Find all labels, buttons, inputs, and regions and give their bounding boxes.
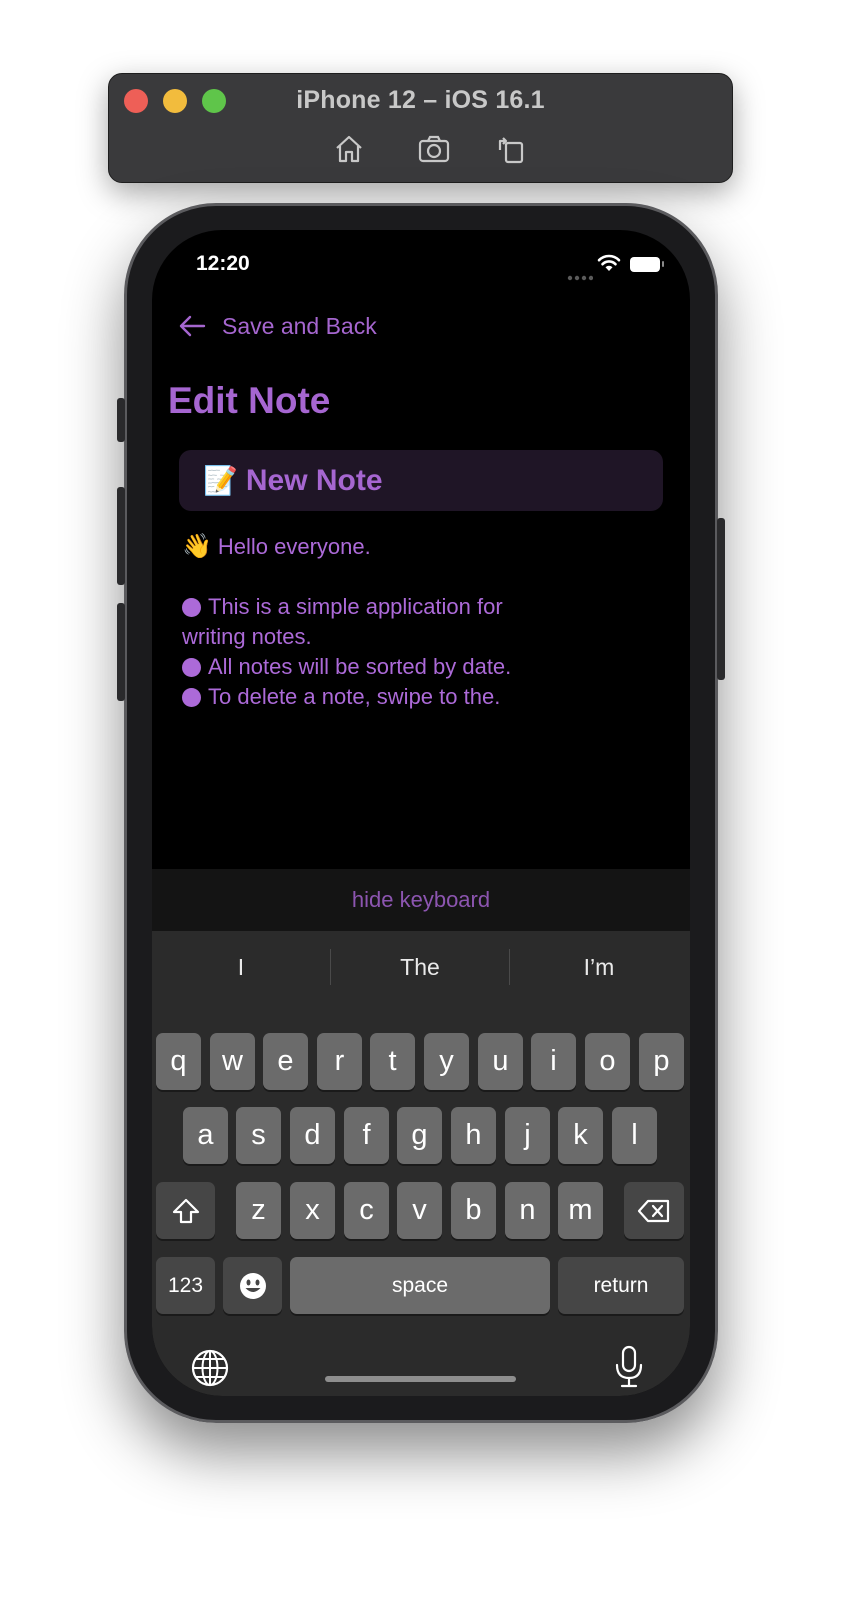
note-body-line: To delete a note, swipe to the. [182, 682, 582, 712]
key-e[interactable]: e [263, 1033, 308, 1090]
key-j[interactable]: j [505, 1107, 550, 1164]
keyboard-accessory-bar: hide keyboard [152, 869, 690, 931]
note-line-text: All notes will be sorted by date. [208, 654, 512, 679]
simulator-window-bar: iPhone 12 – iOS 16.1 [108, 73, 733, 183]
key-i[interactable]: i [531, 1033, 576, 1090]
simulator-title: iPhone 12 – iOS 16.1 [296, 86, 545, 114]
prediction-suggestion[interactable]: I [152, 931, 330, 1003]
key-a[interactable]: a [183, 1107, 228, 1164]
bullet-icon [182, 597, 201, 617]
phone-screen: 12:20 Save and Back Edit Note 📝 New Note… [152, 230, 690, 1396]
arrow-left-icon [179, 315, 206, 337]
prediction-suggestion[interactable]: I’m [510, 931, 688, 1003]
key-x[interactable]: x [290, 1182, 335, 1239]
key-d[interactable]: d [290, 1107, 335, 1164]
bullet-icon [182, 687, 201, 707]
silent-switch [117, 398, 125, 442]
note-line-text: This is a simple application for [208, 594, 503, 619]
key-r[interactable]: r [317, 1033, 362, 1090]
key-w[interactable]: w [210, 1033, 255, 1090]
greeting-text: Hello everyone. [217, 534, 371, 559]
note-body-line: 👋 Hello everyone. [182, 532, 582, 562]
keyboard: I The I’m q w e r t y u i o p a s d f g … [152, 931, 690, 1396]
save-and-back-button[interactable]: Save and Back [176, 310, 377, 342]
numbers-key[interactable]: 123 [156, 1257, 215, 1314]
key-l[interactable]: l [612, 1107, 657, 1164]
emoji-key[interactable] [223, 1257, 282, 1314]
screenshot-icon[interactable] [417, 132, 451, 166]
key-s[interactable]: s [236, 1107, 281, 1164]
power-button [717, 518, 725, 680]
memo-emoji: 📝 [203, 465, 238, 496]
key-p[interactable]: p [639, 1033, 684, 1090]
note-line-text: To delete a note, swipe to the. [208, 684, 501, 709]
note-body-line: writing notes. [182, 622, 582, 652]
key-b[interactable]: b [451, 1182, 496, 1239]
home-icon[interactable] [332, 132, 366, 166]
backspace-key[interactable] [624, 1182, 684, 1239]
key-y[interactable]: y [424, 1033, 469, 1090]
rotate-icon[interactable] [494, 132, 528, 166]
key-z[interactable]: z [236, 1182, 281, 1239]
key-m[interactable]: m [558, 1182, 603, 1239]
wifi-icon [597, 254, 621, 277]
battery-icon [630, 257, 660, 272]
home-indicator[interactable] [325, 1376, 516, 1382]
back-label: Save and Back [222, 312, 377, 339]
emoji-icon [239, 1272, 266, 1299]
note-title-text: New Note [245, 463, 383, 497]
key-o[interactable]: o [585, 1033, 630, 1090]
key-c[interactable]: c [344, 1182, 389, 1239]
volume-up-button [117, 487, 125, 585]
hide-keyboard-button[interactable]: hide keyboard [352, 887, 490, 913]
key-h[interactable]: h [451, 1107, 496, 1164]
return-key[interactable]: return [558, 1257, 684, 1314]
key-u[interactable]: u [478, 1033, 523, 1090]
note-body-line: This is a simple application for [182, 592, 582, 622]
globe-icon[interactable] [190, 1348, 230, 1393]
key-n[interactable]: n [505, 1182, 550, 1239]
status-time: 12:20 [196, 252, 250, 275]
volume-down-button [117, 603, 125, 701]
battery-cap [662, 261, 664, 267]
key-q[interactable]: q [156, 1033, 201, 1090]
key-f[interactable]: f [344, 1107, 389, 1164]
key-k[interactable]: k [558, 1107, 603, 1164]
space-key[interactable]: space [290, 1257, 550, 1314]
shift-key[interactable] [156, 1182, 215, 1239]
note-body-editor[interactable]: 👋 Hello everyone. This is a simple appli… [182, 532, 582, 712]
wave-emoji: 👋 [182, 533, 212, 560]
prediction-suggestion[interactable]: The [331, 931, 509, 1003]
key-v[interactable]: v [397, 1182, 442, 1239]
note-title-field[interactable]: 📝 New Note [179, 450, 663, 511]
key-t[interactable]: t [370, 1033, 415, 1090]
bullet-icon [182, 657, 201, 677]
page-title: Edit Note [168, 380, 331, 421]
cellular-icon [567, 268, 594, 286]
microphone-icon[interactable] [614, 1345, 644, 1394]
shift-icon [172, 1198, 199, 1223]
note-line-text: writing notes. [182, 624, 312, 649]
note-body-line: All notes will be sorted by date. [182, 652, 582, 682]
backspace-icon [637, 1199, 670, 1222]
key-g[interactable]: g [397, 1107, 442, 1164]
